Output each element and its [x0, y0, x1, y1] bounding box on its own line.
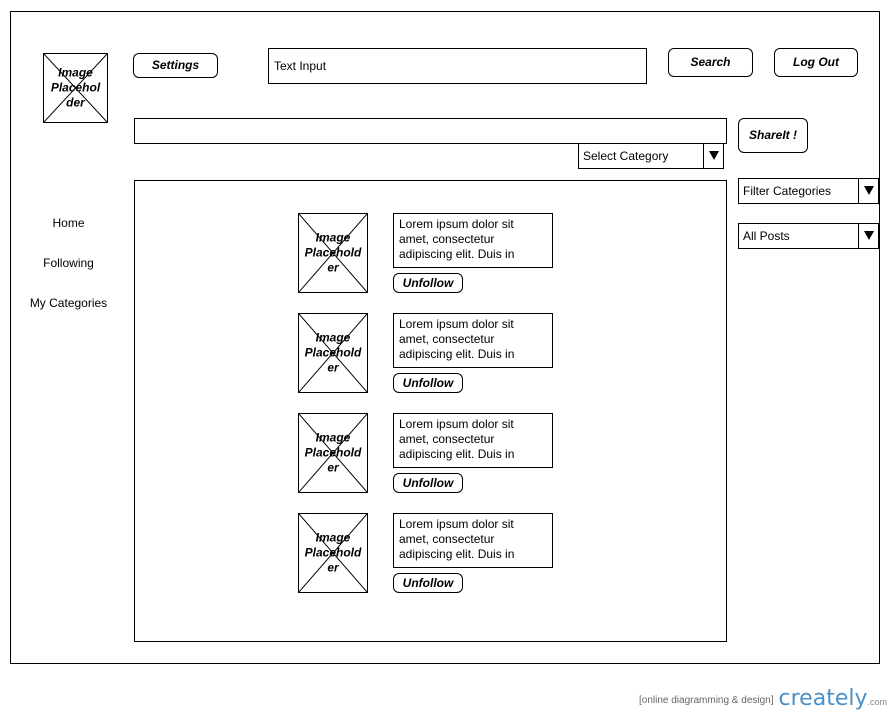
- footer-suffix: .com: [867, 697, 887, 707]
- feed-image-placeholder: Image Placehold er: [298, 213, 368, 293]
- feed-item-text: Lorem ipsum dolor sit amet, consectetur …: [393, 313, 553, 368]
- select-category-value: Select Category: [583, 149, 669, 163]
- all-posts-dropdown[interactable]: All Posts: [738, 223, 879, 249]
- feed-item-text: Lorem ipsum dolor sit amet, consectetur …: [393, 413, 553, 468]
- unfollow-button[interactable]: Unfollow: [393, 473, 463, 493]
- creately-watermark: [online diagramming & design] creately .…: [639, 687, 887, 711]
- sidebar-item-my-categories[interactable]: My Categories: [20, 296, 117, 310]
- feed-item-text: Lorem ipsum dolor sit amet, consectetur …: [393, 513, 553, 568]
- logo-image-placeholder: Image Placehol der: [43, 53, 108, 123]
- chevron-down-icon: [703, 144, 723, 168]
- feed-image-label: Image Placehold er: [304, 230, 362, 275]
- sidebar-item-home[interactable]: Home: [20, 216, 117, 230]
- filter-categories-value: Filter Categories: [743, 184, 832, 198]
- feed-image-placeholder: Image Placehold er: [298, 513, 368, 593]
- share-text-input[interactable]: [134, 118, 727, 144]
- all-posts-value: All Posts: [743, 229, 790, 243]
- search-input[interactable]: Text Input: [268, 48, 647, 84]
- settings-button[interactable]: Settings: [133, 53, 218, 78]
- select-category-dropdown[interactable]: Select Category: [578, 143, 724, 169]
- feed-item-text: Lorem ipsum dolor sit amet, consectetur …: [393, 213, 553, 268]
- filter-categories-dropdown[interactable]: Filter Categories: [738, 178, 879, 204]
- logout-button[interactable]: Log Out: [774, 48, 858, 77]
- feed-image-placeholder: Image Placehold er: [298, 413, 368, 493]
- sidebar-item-following[interactable]: Following: [20, 256, 117, 270]
- chevron-down-icon: [858, 224, 878, 248]
- feed-image-placeholder: Image Placehold er: [298, 313, 368, 393]
- feed-image-label: Image Placehold er: [304, 330, 362, 375]
- footer-tagline: [online diagramming & design]: [638, 695, 774, 706]
- footer-brand: creately: [778, 686, 868, 711]
- unfollow-button[interactable]: Unfollow: [393, 573, 463, 593]
- shareit-button[interactable]: ShareIt !: [738, 118, 808, 153]
- chevron-down-icon: [858, 179, 878, 203]
- unfollow-button[interactable]: Unfollow: [393, 273, 463, 293]
- unfollow-button[interactable]: Unfollow: [393, 373, 463, 393]
- feed-image-label: Image Placehold er: [304, 430, 362, 475]
- logo-placeholder-label: Image Placehol der: [50, 65, 101, 110]
- feed-image-label: Image Placehold er: [304, 530, 362, 575]
- search-button[interactable]: Search: [668, 48, 753, 77]
